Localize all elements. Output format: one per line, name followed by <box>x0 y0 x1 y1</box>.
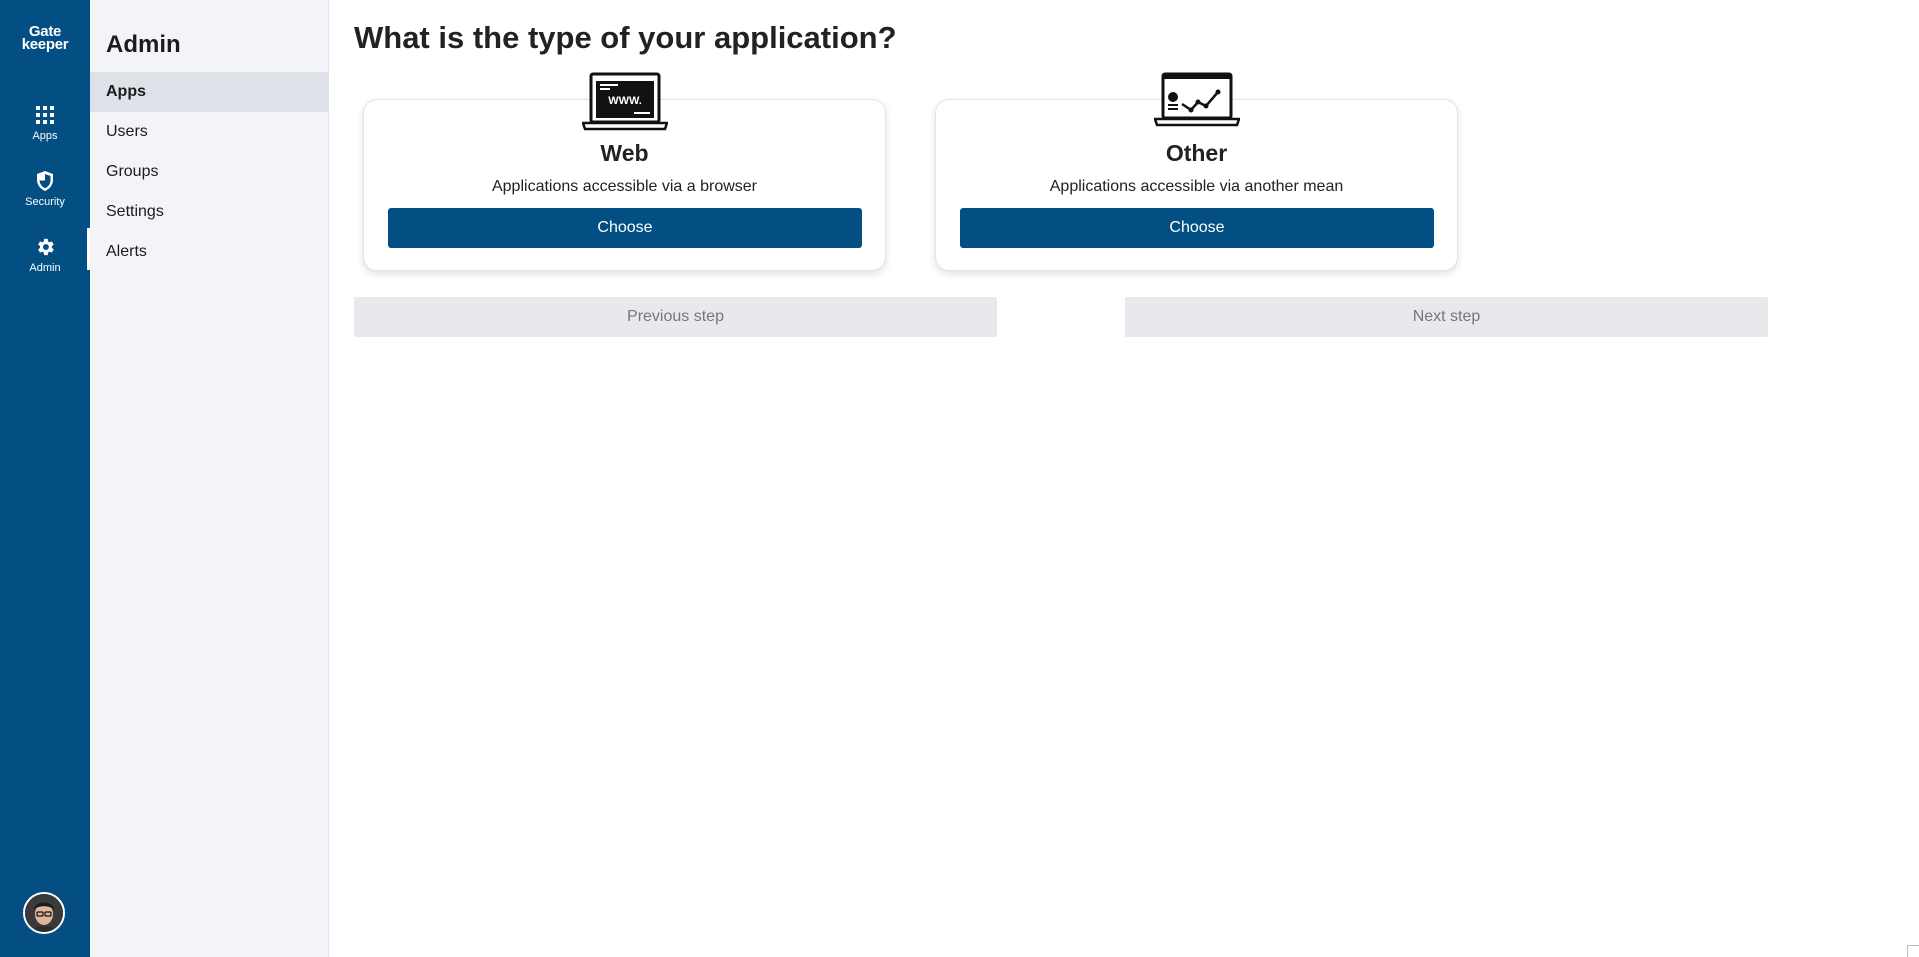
page-title: What is the type of your application? <box>354 20 897 55</box>
card-title: Web <box>600 140 649 166</box>
app-rail: Gate keeper Apps Security Admin <box>0 0 90 957</box>
sidebar-item-settings[interactable]: Settings <box>90 192 329 232</box>
card-description: Applications accessible via another mean <box>1049 178 1344 195</box>
app-type-card-other: Other Applications accessible via anothe… <box>935 72 1458 271</box>
sidebar-item-apps[interactable]: Apps <box>90 72 329 112</box>
logo-line-2: keeper <box>21 36 69 53</box>
sidebar-title: Admin <box>106 31 181 58</box>
rail-item-label: Apps <box>32 130 58 142</box>
rail-item-admin[interactable]: Admin <box>0 228 90 290</box>
sidebar-item-alerts[interactable]: Alerts <box>90 232 329 272</box>
previous-step-button[interactable]: Previous step <box>354 297 997 337</box>
main-content: What is the type of your application? WW… <box>329 0 1919 957</box>
gear-icon <box>34 236 56 258</box>
app-type-card-web: WWW. Web Applications accessible via a b… <box>363 72 886 271</box>
next-step-button[interactable]: Next step <box>1125 297 1768 337</box>
sidebar-item-users[interactable]: Users <box>90 112 329 152</box>
card-title: Other <box>1165 140 1228 166</box>
user-avatar[interactable] <box>23 892 65 934</box>
choose-web-button[interactable]: Choose <box>388 208 862 248</box>
rail-item-label: Security <box>25 196 65 208</box>
www-label: WWW. <box>608 95 642 107</box>
sidebar-menu: Apps Users Groups Settings Alerts <box>90 72 329 272</box>
laptop-chart-icon <box>1152 72 1241 133</box>
admin-sidebar: Admin Apps Users Groups Settings Alerts <box>90 0 329 957</box>
choose-other-button[interactable]: Choose <box>960 208 1434 248</box>
grid-icon <box>34 104 56 126</box>
sidebar-item-groups[interactable]: Groups <box>90 152 329 192</box>
rail-item-label: Admin <box>29 262 61 274</box>
gatekeeper-logo[interactable]: Gate keeper <box>0 24 90 53</box>
resize-corner <box>1907 945 1919 957</box>
rail-item-apps[interactable]: Apps <box>0 104 90 158</box>
laptop-www-icon: WWW. <box>580 72 669 137</box>
card-description: Applications accessible via a browser <box>491 178 757 195</box>
rail-item-security[interactable]: Security <box>0 170 90 224</box>
shield-icon <box>34 170 56 192</box>
